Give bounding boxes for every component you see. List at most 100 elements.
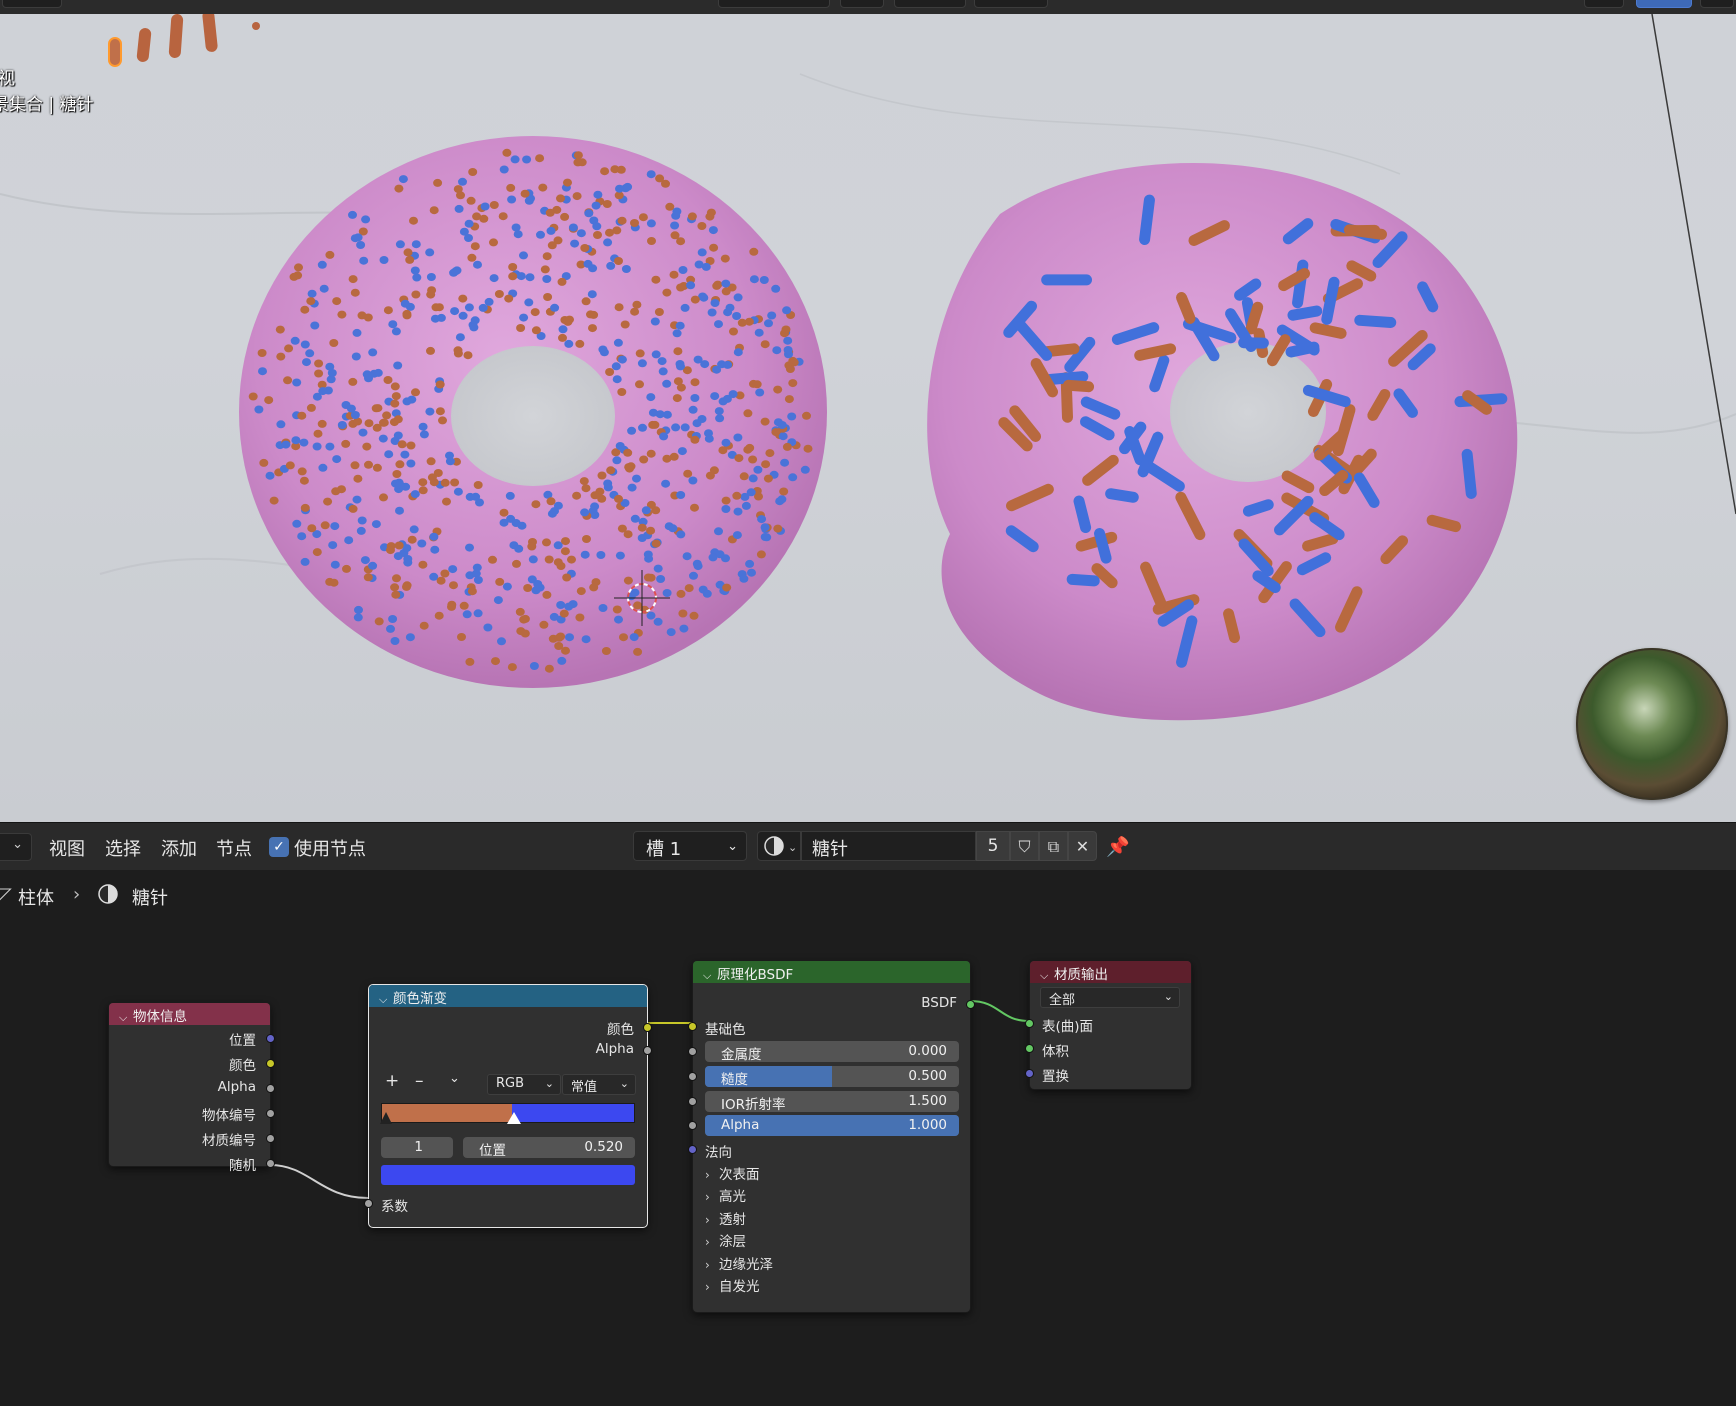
socket-location[interactable]	[266, 1034, 275, 1043]
sprinkle-dot	[405, 633, 415, 642]
transform-orientation-dropdown[interactable]	[718, 0, 830, 8]
menu-view[interactable]: 视图	[49, 835, 85, 861]
socket-base-color[interactable]	[688, 1022, 697, 1031]
socket-bsdf[interactable]	[966, 1000, 975, 1009]
node-color-ramp[interactable]: ⌵ 颜色渐变 颜色 Alpha + – ⌄ RGB ⌄ 常值 ⌄ 1 位置 0.520 …	[364, 984, 652, 1228]
socket-alpha[interactable]	[643, 1046, 652, 1055]
material-user-count[interactable]: 5	[976, 831, 1010, 861]
sprinkle-dot	[733, 433, 743, 442]
socket-ior[interactable]	[688, 1097, 697, 1106]
donut-left[interactable]	[239, 136, 827, 688]
interpolation-dropdown[interactable]: 常值 ⌄	[562, 1074, 636, 1095]
panel-subsurface[interactable]: › 次表面	[705, 1163, 760, 1183]
socket-color[interactable]	[643, 1023, 652, 1032]
node-object-info[interactable]: ⌵ 物体信息 位置 颜色 Alpha 物体编号 材质编号 随机	[108, 1002, 275, 1174]
active-stop-index-field[interactable]: 1	[381, 1137, 453, 1158]
remove-stop-icon[interactable]: –	[415, 1071, 424, 1091]
socket-random[interactable]	[266, 1159, 275, 1168]
socket-object-index[interactable]	[266, 1109, 275, 1118]
socket-normal[interactable]	[688, 1145, 697, 1154]
sprinkle-dot	[307, 524, 317, 533]
panel-label: 自发光	[719, 1279, 760, 1295]
fake-user-shield-icon[interactable]: ⛉	[1010, 831, 1039, 861]
node-header[interactable]: ⌵ 原理化BSDF	[693, 961, 970, 983]
proportional-edit-toggle[interactable]	[974, 0, 1048, 8]
sprinkle-dot	[329, 578, 339, 587]
panel-coat[interactable]: › 涂层	[705, 1230, 746, 1250]
sprinkle-dot	[714, 527, 723, 536]
sprinkle-dot	[254, 405, 264, 414]
browse-material-button[interactable]: ⌄	[757, 831, 801, 861]
material-name-field[interactable]: 糖针	[801, 831, 976, 861]
node-header[interactable]: ⌵ 颜色渐变	[369, 985, 647, 1007]
stop-position-field[interactable]: 位置 0.520	[463, 1137, 635, 1158]
sprinkle-dot	[519, 615, 529, 624]
roughness-field[interactable]: 糙度 0.500	[705, 1066, 959, 1087]
panel-specular[interactable]: › 高光	[705, 1185, 746, 1205]
node-title: 原理化BSDF	[717, 967, 794, 983]
menu-node[interactable]: 节点	[216, 835, 252, 861]
node-header[interactable]: ⌵ 物体信息	[109, 1003, 270, 1025]
sprinkle-dot	[723, 360, 733, 369]
chevron-down-icon[interactable]: ⌄	[449, 1071, 460, 1086]
add-stop-icon[interactable]: +	[385, 1071, 399, 1091]
panel-transmission[interactable]: › 透射	[705, 1208, 746, 1228]
sprinkle-dot	[764, 319, 773, 328]
editor-type-dropdown[interactable]: ⌄	[0, 833, 32, 861]
sprinkle-dot	[497, 637, 506, 646]
node-material-output[interactable]: ⌵ 材质输出 全部 ⌄ 表(曲)面 体积 置换	[1025, 960, 1192, 1090]
unlink-material-close-icon[interactable]: ✕	[1068, 831, 1097, 861]
socket-color[interactable]	[266, 1059, 275, 1068]
node-canvas[interactable]: ⌵ 物体信息 位置 颜色 Alpha 物体编号 材质编号 随机 ⌵ 颜色渐变 颜色 …	[0, 912, 1736, 1406]
gizmo-toggle[interactable]	[1636, 0, 1692, 8]
sprinkle-dot	[337, 310, 347, 319]
sprinkle-dot	[456, 191, 465, 200]
sprinkle-dot	[800, 465, 810, 474]
hdri-preview-sphere[interactable]	[1576, 648, 1728, 800]
sprinkle-dot	[765, 449, 775, 458]
ior-field[interactable]: IOR折射率 1.500	[705, 1091, 959, 1112]
socket-alpha[interactable]	[266, 1084, 275, 1093]
color-ramp-bar[interactable]	[380, 1103, 635, 1124]
socket-metallic[interactable]	[688, 1047, 697, 1056]
metallic-field[interactable]: 金属度 0.000	[705, 1041, 959, 1062]
panel-emission[interactable]: › 自发光	[705, 1275, 760, 1295]
socket-alpha[interactable]	[688, 1121, 697, 1130]
duplicate-material-icon[interactable]: ⧉	[1039, 831, 1068, 861]
socket-roughness[interactable]	[688, 1072, 697, 1081]
use-nodes-checkbox[interactable]: ✓	[269, 837, 289, 857]
socket-displacement[interactable]	[1025, 1069, 1034, 1078]
socket-factor[interactable]	[364, 1199, 373, 1208]
sprinkle-dot	[507, 195, 517, 204]
material-slot-dropdown[interactable]: 槽 1 ⌄	[633, 831, 747, 861]
socket-volume[interactable]	[1025, 1044, 1034, 1053]
stop-color-swatch[interactable]	[381, 1165, 635, 1185]
output-target-dropdown[interactable]: 全部 ⌄	[1040, 987, 1180, 1008]
ramp-stop-marker[interactable]	[380, 1112, 392, 1124]
snap-toggle[interactable]	[894, 0, 966, 8]
menu-add[interactable]: 添加	[161, 835, 197, 861]
3d-viewport[interactable]: 视 景集合 | 糖针	[0, 14, 1736, 822]
pin-icon[interactable]: 📌	[1106, 835, 1130, 858]
editor-type-button[interactable]	[2, 0, 62, 8]
sprinkle-dot	[507, 663, 517, 672]
ramp-stop-marker-active[interactable]	[507, 1112, 521, 1124]
pivot-point-dropdown[interactable]	[840, 0, 884, 8]
overlay-toggle[interactable]	[1700, 0, 1734, 8]
node-principled-bsdf[interactable]: ⌵ 原理化BSDF BSDF 基础色 金属度 0.000 糙度 0.500 IOR折射…	[688, 960, 975, 1313]
menu-select[interactable]: 选择	[105, 835, 141, 861]
panel-sheen[interactable]: › 边缘光泽	[705, 1253, 773, 1273]
donut-right[interactable]	[927, 163, 1518, 721]
socket-material-index[interactable]	[266, 1134, 275, 1143]
color-mode-dropdown[interactable]: RGB ⌄	[487, 1074, 561, 1095]
sprinkle-dot	[632, 474, 641, 483]
socket-surface[interactable]	[1025, 1019, 1034, 1028]
visibility-dropdown[interactable]	[1584, 0, 1624, 8]
sprinkle-dot	[714, 407, 724, 416]
alpha-field[interactable]: Alpha 1.000	[705, 1115, 959, 1136]
sprinkle-dot	[651, 539, 661, 548]
sprinkle-dot	[395, 480, 405, 489]
sprinkle-dot	[561, 537, 570, 546]
sprinkle-dot	[318, 387, 328, 396]
node-header[interactable]: ⌵ 材质输出	[1030, 961, 1191, 983]
